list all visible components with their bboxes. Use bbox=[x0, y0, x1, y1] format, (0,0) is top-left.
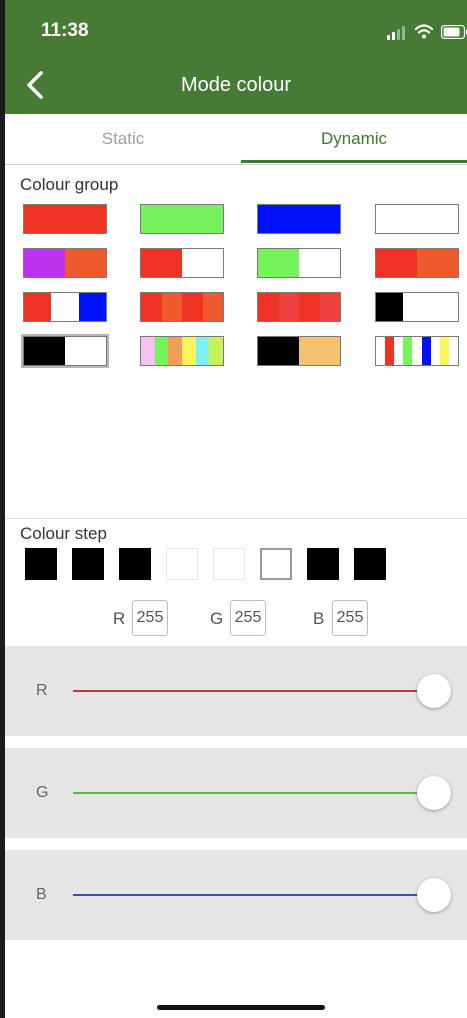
colour-step-box[interactable] bbox=[119, 548, 151, 580]
tab-static[interactable]: Static bbox=[5, 114, 241, 163]
status-time: 11:38 bbox=[41, 20, 89, 41]
red-slider-thumb[interactable] bbox=[417, 674, 451, 708]
active-tab-indicator bbox=[241, 160, 467, 163]
colour-group-swatch[interactable] bbox=[140, 204, 224, 234]
tab-dynamic[interactable]: Dynamic bbox=[241, 114, 467, 163]
colour-step-box[interactable] bbox=[307, 548, 339, 580]
colour-group-swatch[interactable] bbox=[257, 204, 341, 234]
colour-step-box[interactable] bbox=[72, 548, 104, 580]
blue-slider-label: B bbox=[36, 886, 47, 903]
colour-group-swatch[interactable] bbox=[140, 248, 224, 278]
colour-group-swatch[interactable] bbox=[257, 336, 341, 366]
colour-group-swatch[interactable] bbox=[257, 292, 341, 322]
blue-slider-panel: B bbox=[5, 850, 467, 940]
colour-step-box[interactable] bbox=[260, 548, 292, 580]
rgb-b-field[interactable]: 255 bbox=[332, 600, 368, 636]
blue-slider-track[interactable] bbox=[73, 894, 435, 896]
cellular-signal-icon bbox=[387, 24, 409, 40]
colour-group-swatch[interactable] bbox=[375, 248, 459, 278]
screen: 11:38 Mode colour Static Dynamic Colour … bbox=[5, 0, 467, 1018]
rgb-b-label: B bbox=[313, 609, 325, 628]
wifi-icon bbox=[415, 24, 433, 39]
red-slider-panel: R bbox=[5, 646, 467, 736]
colour-group-swatch[interactable] bbox=[140, 336, 224, 366]
colour-group-swatch[interactable] bbox=[23, 336, 107, 366]
blue-slider-thumb[interactable] bbox=[417, 878, 451, 912]
colour-group-swatch[interactable] bbox=[375, 292, 459, 322]
app-header: 11:38 Mode colour bbox=[5, 0, 467, 114]
home-indicator bbox=[157, 1005, 325, 1010]
colour-step-box[interactable] bbox=[25, 548, 57, 580]
colour-group-swatch[interactable] bbox=[375, 204, 459, 234]
colour-group-swatch[interactable] bbox=[23, 204, 107, 234]
colour-step-box[interactable] bbox=[213, 548, 245, 580]
colour-group-swatch[interactable] bbox=[23, 248, 107, 278]
green-slider-thumb[interactable] bbox=[417, 776, 451, 810]
red-slider-track[interactable] bbox=[73, 690, 435, 692]
green-slider-panel: G bbox=[5, 748, 467, 838]
colour-step-label: Colour step bbox=[20, 524, 107, 543]
page-title: Mode colour bbox=[180, 74, 292, 96]
mode-tabs: Static Dynamic bbox=[5, 114, 467, 165]
battery-icon bbox=[441, 25, 467, 39]
rgb-g-field[interactable]: 255 bbox=[230, 600, 266, 636]
colour-group-label: Colour group bbox=[20, 175, 119, 194]
colour-group-swatch[interactable] bbox=[257, 248, 341, 278]
red-slider-label: R bbox=[36, 682, 48, 699]
colour-group-swatch[interactable] bbox=[375, 336, 459, 366]
rgb-r-label: R bbox=[113, 609, 126, 628]
colour-group-swatch[interactable] bbox=[140, 292, 224, 322]
rgb-r-field[interactable]: 255 bbox=[132, 600, 168, 636]
colour-step-box[interactable] bbox=[354, 548, 386, 580]
rgb-g-label: G bbox=[210, 609, 224, 628]
colour-step-box[interactable] bbox=[166, 548, 198, 580]
green-slider-label: G bbox=[36, 784, 49, 801]
green-slider-track[interactable] bbox=[73, 792, 435, 794]
colour-group-swatch[interactable] bbox=[23, 292, 107, 322]
divider bbox=[5, 518, 467, 519]
